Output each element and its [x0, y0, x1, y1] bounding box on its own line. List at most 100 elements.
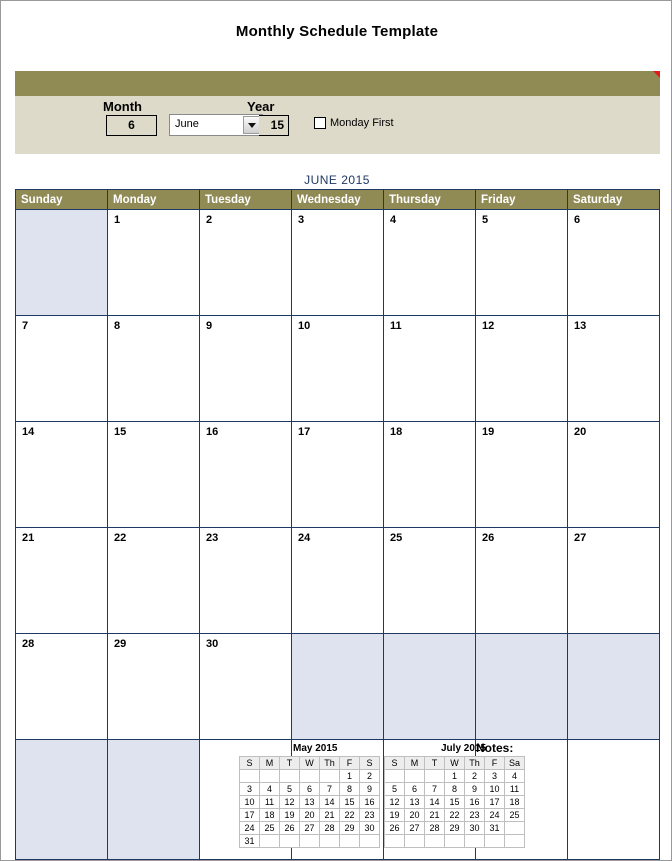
day-header-sunday: Sunday: [15, 189, 108, 210]
mini-day-cell: 5: [279, 782, 300, 796]
calendar-day-cell[interactable]: 14: [15, 421, 108, 528]
year-field[interactable]: 15: [259, 115, 289, 136]
mini-day-cell: 6: [404, 782, 425, 796]
mini-day-cell: 15: [444, 795, 465, 809]
mini-empty-cell: [384, 834, 405, 848]
mini-day-cell: 15: [339, 795, 360, 809]
page-title: Monthly Schedule Template: [235, 23, 439, 40]
calendar-day-cell[interactable]: 26: [475, 527, 568, 634]
calendar-day-cell[interactable]: 1: [107, 209, 200, 316]
month-label: Month: [103, 99, 142, 114]
calendar-day-cell[interactable]: 24: [291, 527, 384, 634]
calendar-day-cell[interactable]: 15: [107, 421, 200, 528]
calendar-week-row: 123456: [15, 209, 660, 316]
mini-day-cell: 23: [464, 808, 485, 822]
mini-day-cell: 5: [384, 782, 405, 796]
mini-day-cell: 9: [464, 782, 485, 796]
mini-day-cell: 18: [504, 795, 525, 809]
calendar-day-cell[interactable]: 10: [291, 315, 384, 422]
monday-first-checkbox[interactable]: [314, 117, 326, 129]
calendar-day-cell[interactable]: 30: [199, 633, 292, 740]
month-select-value: June: [175, 118, 199, 130]
calendar-day-cell[interactable]: 4: [383, 209, 476, 316]
calendar-day-cell[interactable]: 23: [199, 527, 292, 634]
calendar-day-cell[interactable]: 9: [199, 315, 292, 422]
mini-empty-cell: [484, 834, 505, 848]
mini-day-cell: 1: [444, 769, 465, 783]
calendar-day-cell[interactable]: 16: [199, 421, 292, 528]
mini-day-cell: 28: [424, 821, 445, 835]
monday-first-checkbox-row[interactable]: Monday First: [314, 117, 394, 129]
mini-day-cell: 29: [339, 821, 360, 835]
mini-day-cell: 27: [404, 821, 425, 835]
mini-day-header: Sa: [504, 756, 525, 770]
calendar-empty-cell[interactable]: [15, 739, 108, 860]
calendar-day-cell[interactable]: 2: [199, 209, 292, 316]
calendar-empty-cell[interactable]: [291, 633, 384, 740]
mini-day-cell: 10: [484, 782, 505, 796]
calendar-empty-cell[interactable]: [383, 633, 476, 740]
month-number-field[interactable]: 6: [106, 115, 157, 136]
mini-calendar-week-row: 12 13 14 15 16 17 18: [384, 795, 525, 809]
schedule-template-page: Monthly Schedule Template Month Year 6 J…: [0, 0, 672, 861]
calendar-day-cell[interactable]: 28: [15, 633, 108, 740]
calendar-header-row: Sunday Monday Tuesday Wednesday Thursday…: [15, 189, 660, 210]
day-header-thursday: Thursday: [383, 189, 476, 210]
mini-calendar-week-row: 17 18 19 20 21 22 23: [239, 808, 380, 822]
mini-day-cell: 16: [359, 795, 380, 809]
calendar-day-cell[interactable]: 11: [383, 315, 476, 422]
calendar-day-cell[interactable]: 25: [383, 527, 476, 634]
calendar-day-cell[interactable]: 17: [291, 421, 384, 528]
mini-day-header: S: [239, 756, 260, 770]
mini-calendar-week-row: [384, 834, 525, 848]
mini-day-cell: 11: [259, 795, 280, 809]
calendar-day-cell[interactable]: 3: [291, 209, 384, 316]
mini-day-cell: 26: [279, 821, 300, 835]
mini-day-cell: 2: [359, 769, 380, 783]
calendar-day-cell[interactable]: 5: [475, 209, 568, 316]
mini-calendar-week-row: 12: [239, 769, 380, 783]
calendar-day-cell[interactable]: 29: [107, 633, 200, 740]
calendar-day-cell[interactable]: 13: [567, 315, 660, 422]
mini-empty-cell: [464, 834, 485, 848]
mini-day-cell: 4: [259, 782, 280, 796]
calendar-day-cell[interactable]: 18: [383, 421, 476, 528]
mini-calendar-week-row: 26 27 28 29 30 31: [384, 821, 525, 835]
calendar-empty-cell[interactable]: [15, 209, 108, 316]
calendar-week-row: 14 15 16 17 18 19 20: [15, 421, 660, 528]
calendar-empty-cell[interactable]: [107, 739, 200, 860]
calendar-day-cell[interactable]: 12: [475, 315, 568, 422]
mini-calendar-week-row: 5 6 7 8 9 10 11: [384, 782, 525, 796]
mini-day-header: S: [384, 756, 405, 770]
calendar-day-cell[interactable]: 6: [567, 209, 660, 316]
calendar-day-cell[interactable]: 20: [567, 421, 660, 528]
mini-empty-cell: [504, 821, 525, 835]
mini-empty-cell: [404, 834, 425, 848]
mini-day-cell: 30: [359, 821, 380, 835]
mini-day-header: F: [339, 756, 360, 770]
calendar-day-cell[interactable]: 27: [567, 527, 660, 634]
mini-day-cell: 2: [464, 769, 485, 783]
day-header-wednesday: Wednesday: [291, 189, 384, 210]
mini-day-cell: 9: [359, 782, 380, 796]
mini-day-cell: 6: [299, 782, 320, 796]
year-label: Year: [247, 99, 275, 114]
calendar-day-cell[interactable]: 8: [107, 315, 200, 422]
mini-day-header: M: [259, 756, 280, 770]
mini-day-cell: 7: [319, 782, 340, 796]
comment-marker-icon[interactable]: [653, 71, 660, 78]
calendar-empty-cell[interactable]: [567, 633, 660, 740]
mini-day-header: F: [484, 756, 505, 770]
month-select[interactable]: June: [169, 114, 263, 136]
calendar-day-cell[interactable]: 22: [107, 527, 200, 634]
calendar-day-cell[interactable]: 7: [15, 315, 108, 422]
mini-day-cell: 22: [339, 808, 360, 822]
calendar-empty-cell[interactable]: [475, 633, 568, 740]
calendar-day-cell[interactable]: 19: [475, 421, 568, 528]
mini-day-cell: 28: [319, 821, 340, 835]
mini-day-cell: 3: [239, 782, 260, 796]
calendar-week-row: 21 22 23 24 25 26 27: [15, 527, 660, 634]
calendar-empty-cell[interactable]: [567, 739, 660, 860]
calendar-day-cell[interactable]: 21: [15, 527, 108, 634]
mini-calendar-next: S M T W Th F Sa 1 2 3 4 5 6 7 8 9 10 11 12 13 14 15 16 17 18 19 20…: [384, 756, 525, 848]
